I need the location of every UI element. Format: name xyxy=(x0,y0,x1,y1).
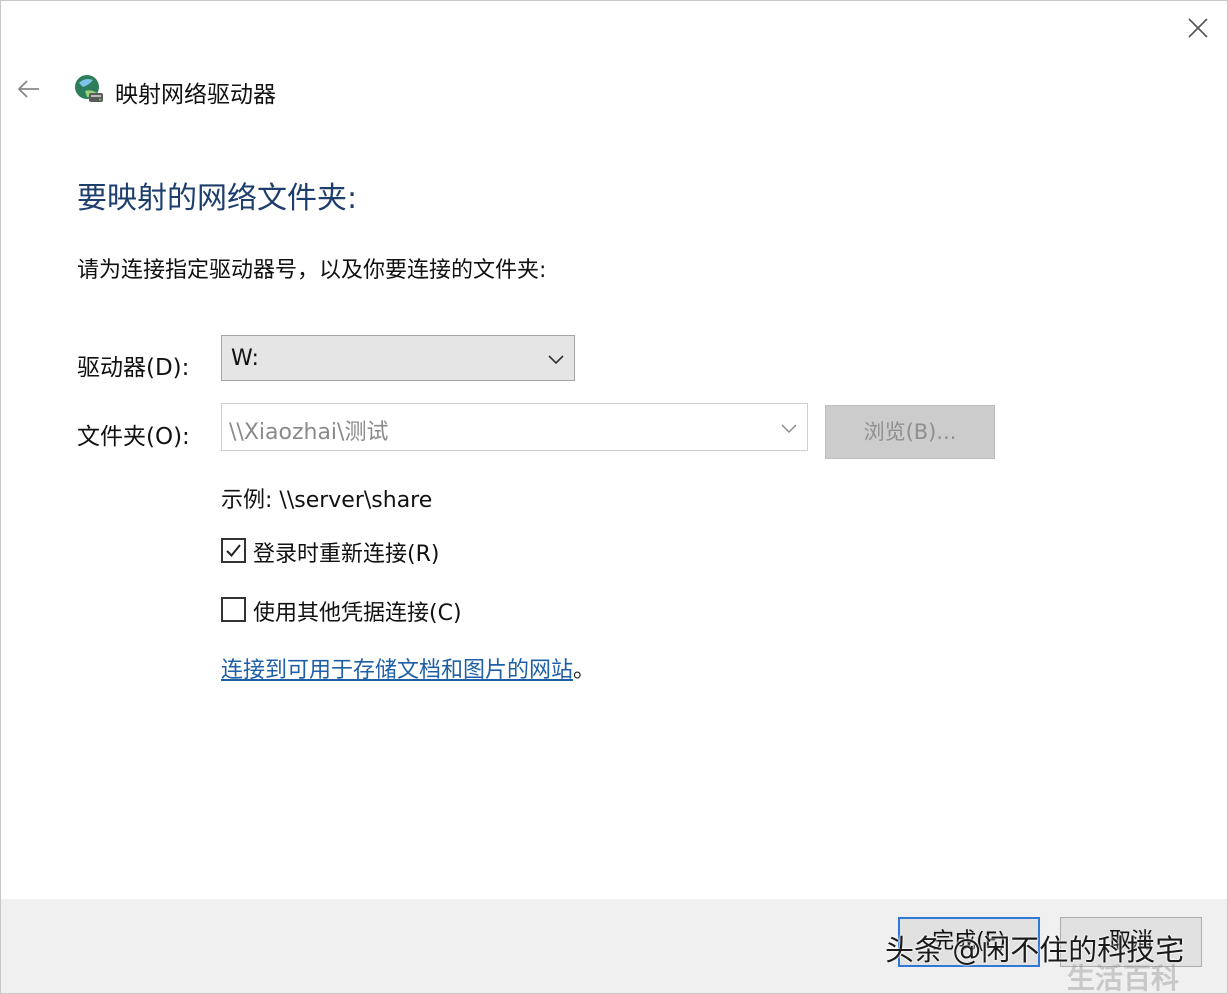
credentials-label: 使用其他凭据连接(C) xyxy=(253,601,462,626)
back-button[interactable] xyxy=(15,75,43,103)
reconnect-checkbox[interactable] xyxy=(221,538,246,563)
back-arrow-icon xyxy=(17,80,39,98)
drive-letter-value: W: xyxy=(231,346,259,371)
close-button[interactable] xyxy=(1183,13,1213,43)
website-link[interactable]: 连接到可用于存储文档和图片的网站 xyxy=(221,658,573,683)
reconnect-label: 登录时重新连接(R) xyxy=(253,542,440,567)
browse-button[interactable]: 浏览(B)... xyxy=(825,405,995,459)
website-link-row: 连接到可用于存储文档和图片的网站。 xyxy=(221,652,595,684)
example-text: 示例: \\server\share xyxy=(221,488,433,513)
folder-path-combobox[interactable]: \\Xiaozhai\测试 xyxy=(221,403,808,451)
chevron-down-icon xyxy=(781,424,797,433)
folder-label: 文件夹(O): xyxy=(77,424,190,450)
chevron-down-icon xyxy=(548,355,564,365)
watermark-logo-text: 生活百科 xyxy=(1067,962,1180,994)
page-heading: 要映射的网络文件夹: xyxy=(77,181,358,216)
checkmark-icon xyxy=(226,544,241,557)
drive-label: 驱动器(D): xyxy=(77,355,190,381)
folder-path-value: \\Xiaozhai\测试 xyxy=(229,420,389,445)
link-suffix: 。 xyxy=(573,658,596,683)
drive-letter-dropdown[interactable]: W: xyxy=(221,335,575,381)
network-drive-icon xyxy=(71,71,107,107)
credentials-checkbox[interactable] xyxy=(221,597,246,622)
map-network-drive-dialog: 映射网络驱动器 要映射的网络文件夹: 请为连接指定驱动器号，以及你要连接的文件夹… xyxy=(0,0,1228,994)
window-title: 映射网络驱动器 xyxy=(115,82,276,108)
close-icon xyxy=(1188,18,1208,38)
instruction-text: 请为连接指定驱动器号，以及你要连接的文件夹: xyxy=(77,258,547,283)
